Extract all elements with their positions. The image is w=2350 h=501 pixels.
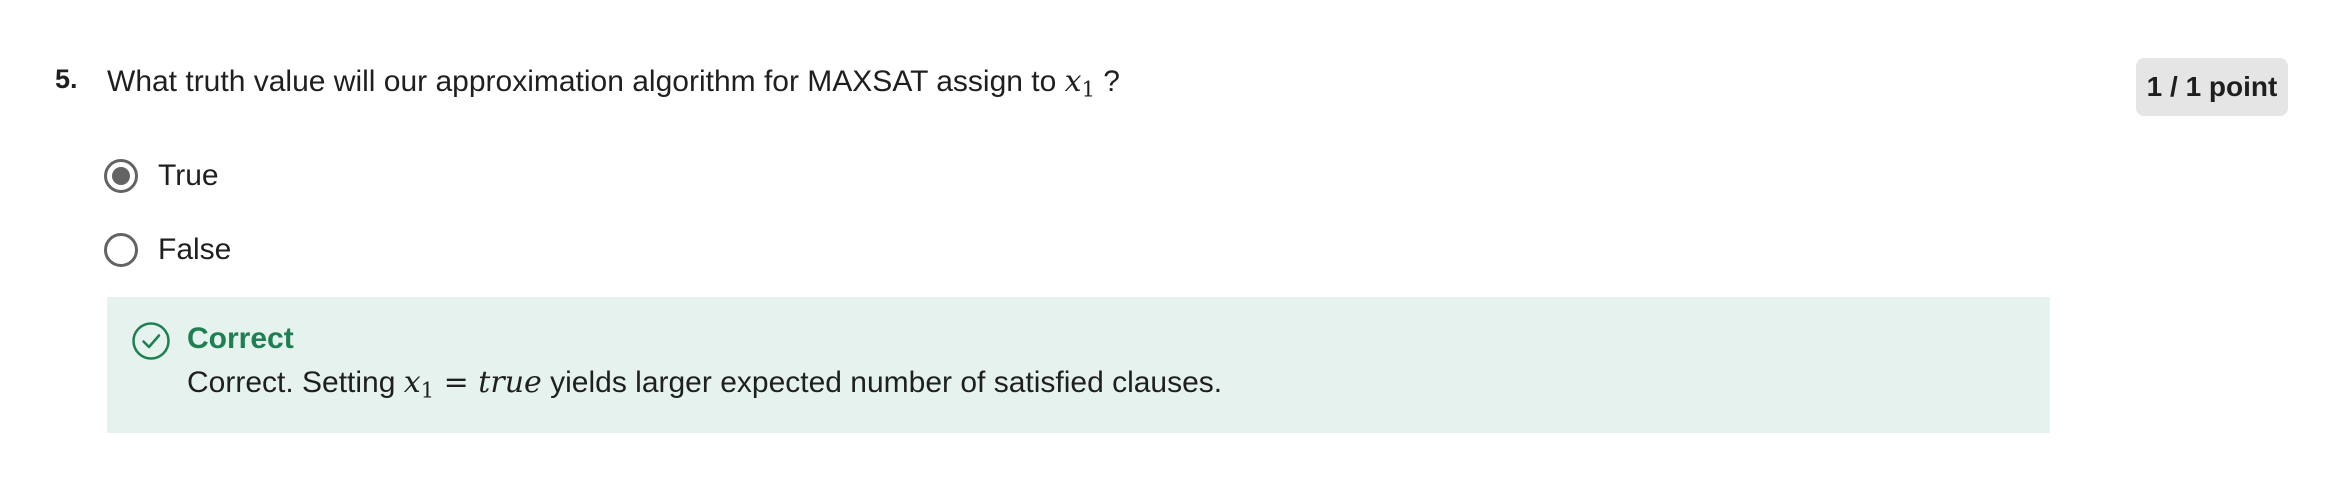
feedback-math: x1 = true bbox=[403, 365, 542, 403]
radio-dot-icon bbox=[112, 167, 130, 185]
question-prompt: What truth value will our approximation … bbox=[107, 65, 1057, 98]
question-variable: x1 bbox=[1064, 64, 1095, 102]
option-label: True bbox=[158, 159, 219, 192]
option-false[interactable]: False bbox=[104, 228, 231, 272]
radio-button[interactable] bbox=[104, 233, 138, 267]
feedback-status: Correct bbox=[187, 322, 294, 355]
points-badge: 1 / 1 point bbox=[2136, 58, 2288, 116]
question-number: 5. bbox=[55, 64, 78, 94]
feedback-explanation: Correct. Setting x1 = true yields larger… bbox=[187, 365, 1223, 403]
check-circle-icon bbox=[132, 322, 170, 360]
question-text: What truth value will our approximation … bbox=[107, 64, 1120, 101]
feedback-panel: Correct Correct. Setting x1 = true yield… bbox=[107, 297, 2050, 433]
option-label: False bbox=[158, 233, 232, 266]
question-mark: ? bbox=[1103, 65, 1120, 98]
option-true[interactable]: True bbox=[104, 154, 219, 198]
radio-button-selected[interactable] bbox=[104, 159, 138, 193]
